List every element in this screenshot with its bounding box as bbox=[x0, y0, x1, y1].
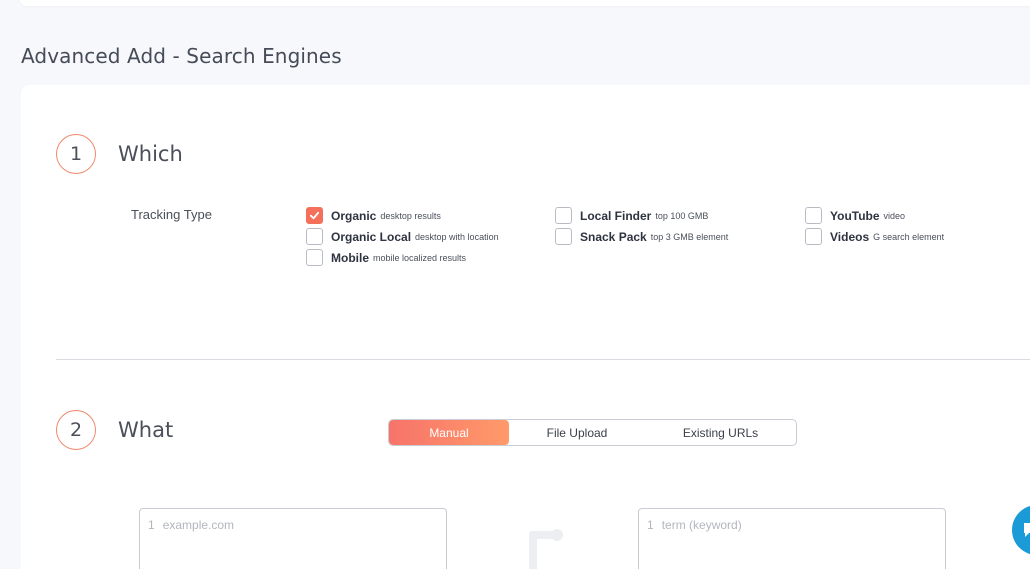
chat-icon bbox=[1024, 523, 1030, 537]
option-organic[interactable]: Organic desktop results bbox=[306, 207, 441, 224]
option-label: Organic bbox=[331, 208, 377, 223]
option-description: top 100 GMB bbox=[655, 210, 709, 221]
input-mode-tabs: Manual File Upload Existing URLs bbox=[388, 419, 797, 446]
option-description: desktop with location bbox=[415, 231, 499, 242]
step-1-number: 1 bbox=[56, 134, 96, 174]
connector-icon bbox=[529, 529, 563, 569]
videos-checkbox[interactable] bbox=[805, 228, 822, 245]
section-divider bbox=[56, 359, 1030, 360]
option-organic-local[interactable]: Organic Local desktop with location bbox=[306, 228, 499, 245]
step-2-title: What bbox=[118, 418, 174, 442]
option-youtube[interactable]: YouTube video bbox=[805, 207, 905, 224]
mobile-checkbox[interactable] bbox=[306, 249, 323, 266]
option-description: desktop results bbox=[380, 210, 441, 221]
option-label: Organic Local bbox=[331, 229, 412, 244]
option-snack-pack[interactable]: Snack Pack top 3 GMB element bbox=[555, 228, 728, 245]
url-input[interactable]: 1 example.com bbox=[139, 508, 447, 569]
option-label: Mobile bbox=[331, 250, 369, 265]
option-description: G search element bbox=[873, 231, 945, 242]
option-label: Snack Pack bbox=[580, 229, 647, 244]
tab-existing-urls[interactable]: Existing URLs bbox=[645, 420, 796, 445]
snack-pack-checkbox[interactable] bbox=[555, 228, 572, 245]
option-label: Videos bbox=[830, 229, 870, 244]
url-placeholder: example.com bbox=[162, 518, 235, 532]
option-mobile[interactable]: Mobile mobile localized results bbox=[306, 249, 466, 266]
keyword-placeholder: term (keyword) bbox=[661, 518, 742, 532]
tab-file-upload[interactable]: File Upload bbox=[509, 420, 645, 445]
line-number: 1 bbox=[148, 518, 155, 532]
organic-local-checkbox[interactable] bbox=[306, 228, 323, 245]
option-label: YouTube bbox=[830, 208, 880, 223]
option-label: Local Finder bbox=[580, 208, 652, 223]
option-local-finder[interactable]: Local Finder top 100 GMB bbox=[555, 207, 708, 224]
step-2-number: 2 bbox=[56, 410, 96, 450]
form-card: 1 Which Tracking Type Organic desktop re… bbox=[21, 85, 1030, 569]
option-description: mobile localized results bbox=[373, 252, 467, 263]
keyword-input[interactable]: 1 term (keyword) bbox=[638, 508, 946, 569]
youtube-checkbox[interactable] bbox=[805, 207, 822, 224]
top-bar bbox=[20, 0, 1030, 6]
tracking-type-label: Tracking Type bbox=[131, 207, 212, 222]
option-description: video bbox=[883, 210, 906, 221]
organic-checkbox[interactable] bbox=[306, 207, 323, 224]
tab-manual[interactable]: Manual bbox=[389, 420, 509, 445]
option-videos[interactable]: Videos G search element bbox=[805, 228, 944, 245]
page-title: Advanced Add - Search Engines bbox=[21, 44, 342, 68]
check-icon bbox=[309, 211, 320, 220]
local-finder-checkbox[interactable] bbox=[555, 207, 572, 224]
option-description: top 3 GMB element bbox=[650, 231, 729, 242]
step-1-title: Which bbox=[118, 142, 183, 166]
line-number: 1 bbox=[647, 518, 654, 532]
